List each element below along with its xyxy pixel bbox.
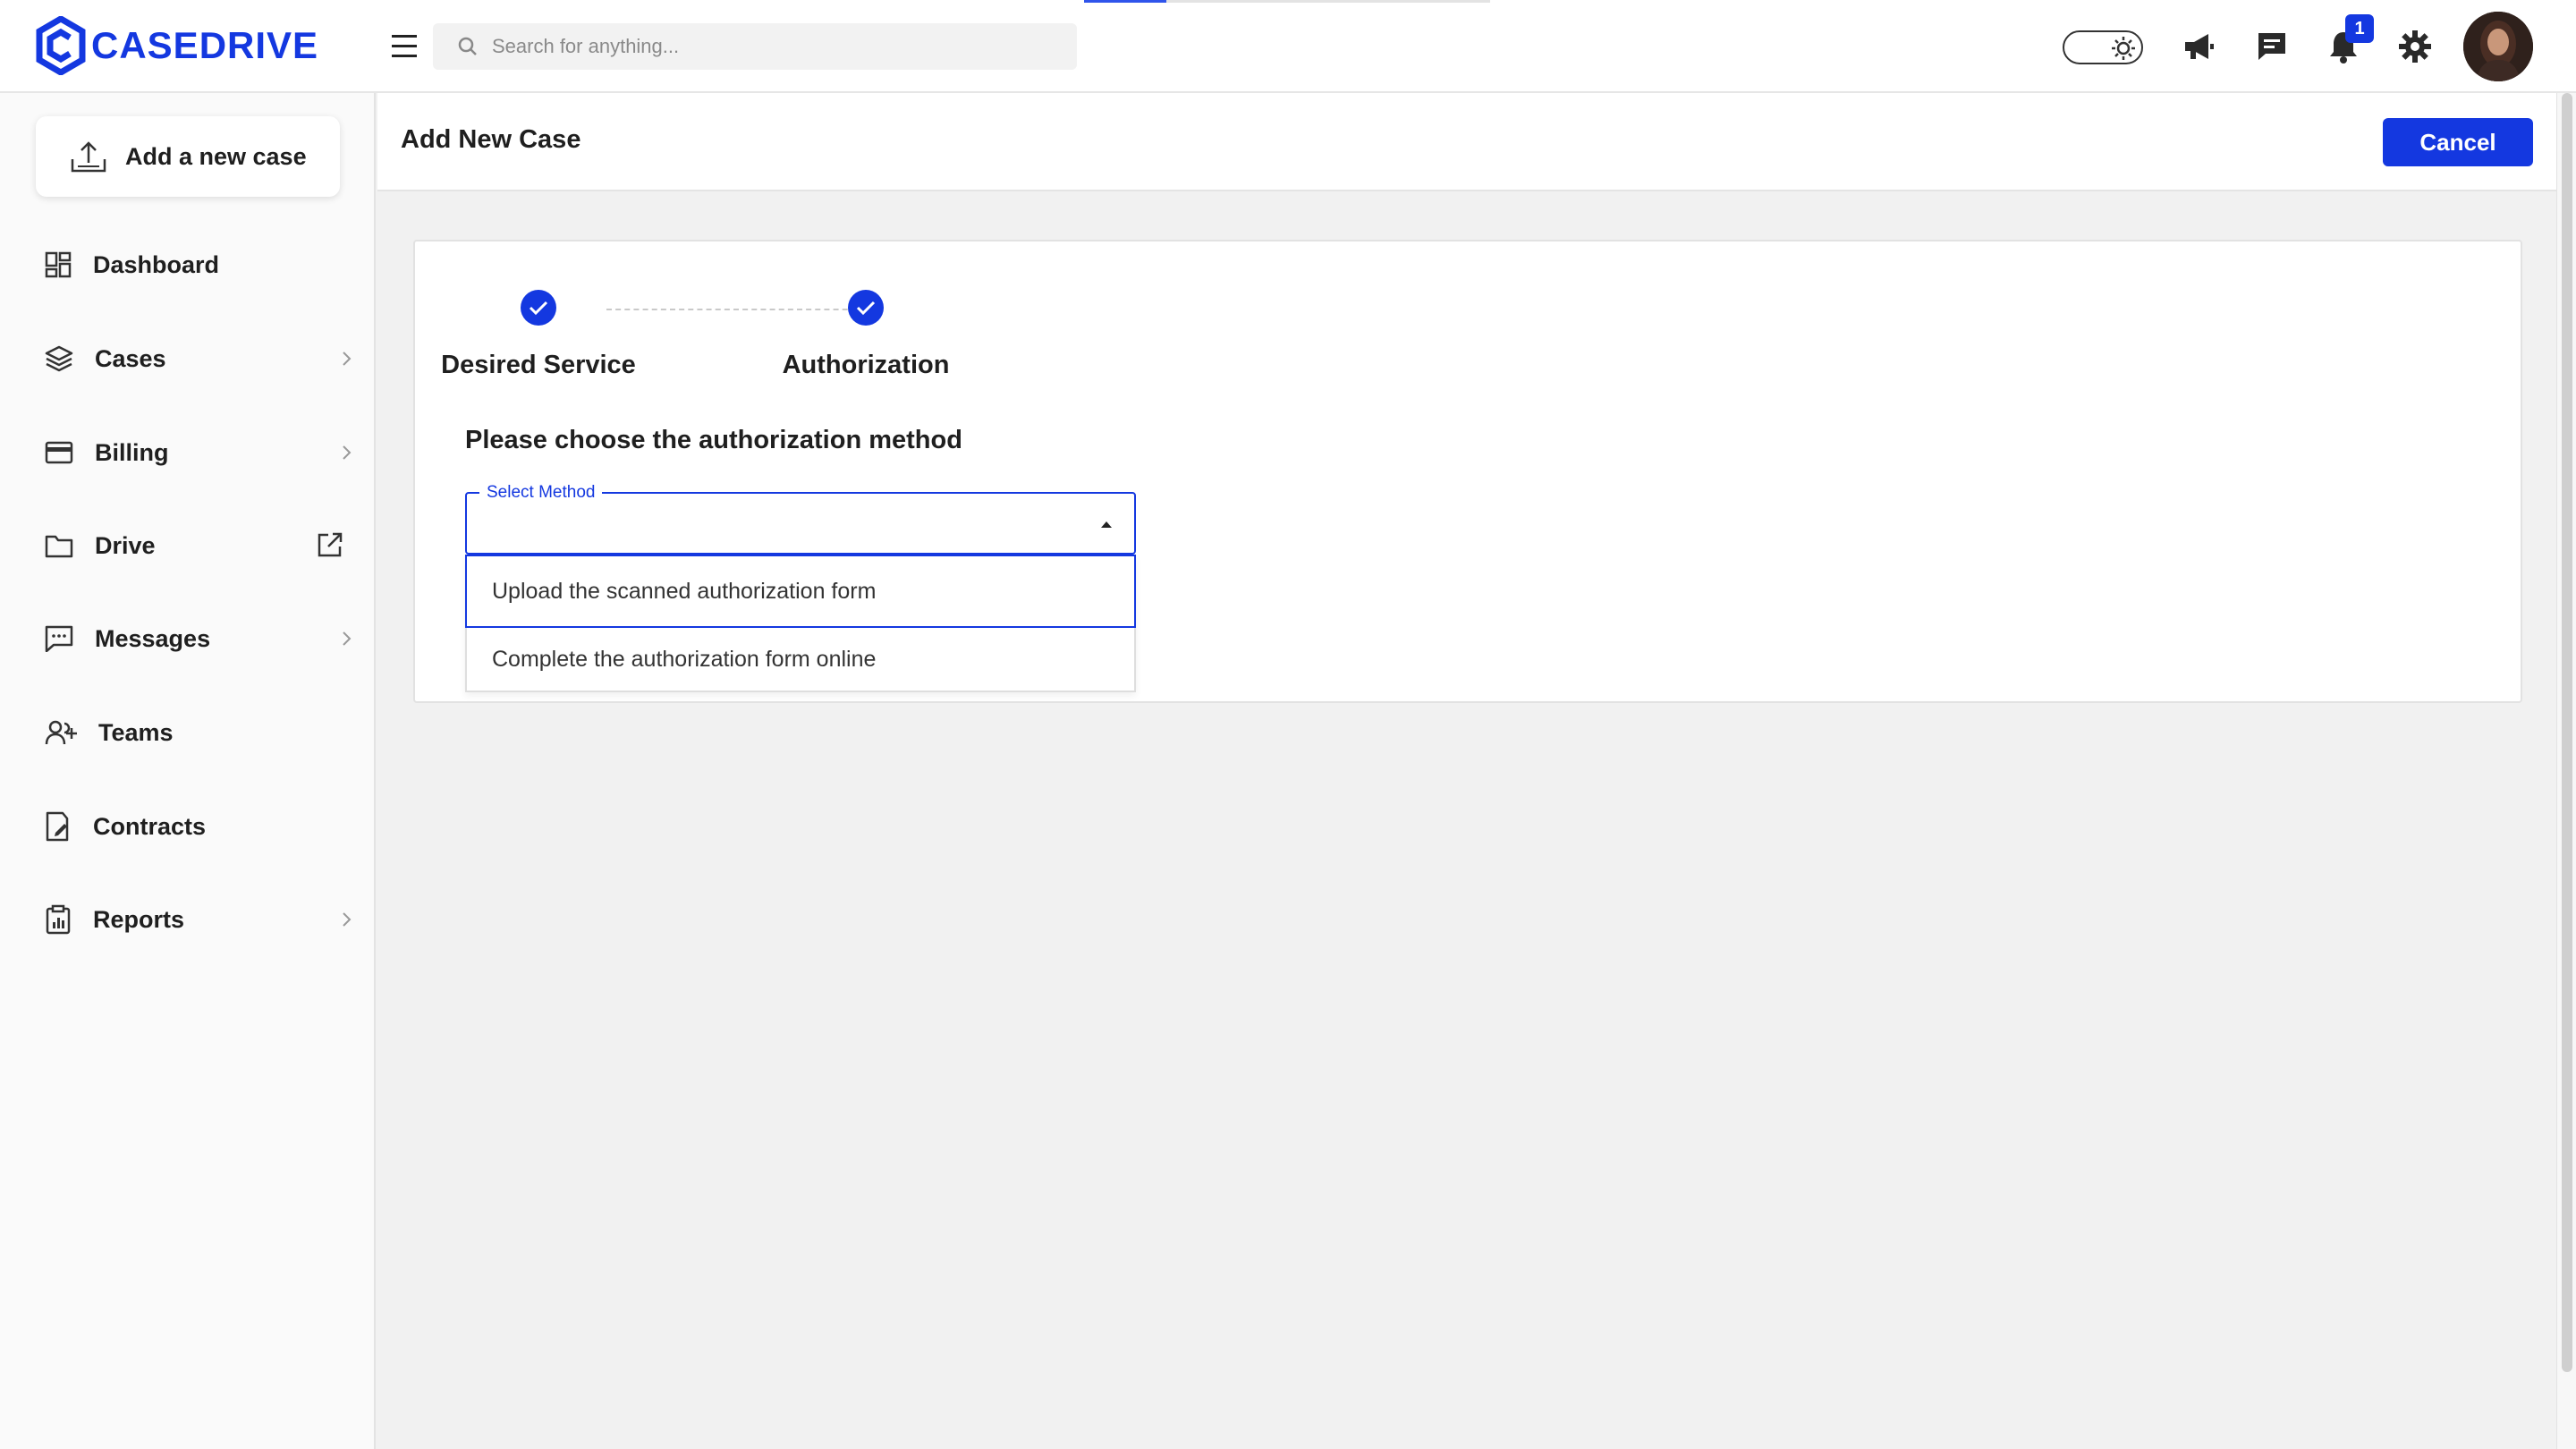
card-icon xyxy=(45,441,73,464)
step-label: Desired Service xyxy=(441,351,636,379)
step-label: Authorization xyxy=(782,351,950,379)
chevron-right-icon xyxy=(343,912,352,927)
sidebar-item-label: Teams xyxy=(98,718,174,746)
sidebar-item-billing[interactable]: Billing xyxy=(0,417,376,488)
sidebar-item-label: Drive xyxy=(95,531,156,559)
message-icon xyxy=(45,625,73,652)
caret-up-icon xyxy=(1101,521,1112,528)
sidebar: Add a new case Dashboard Cases Billing D… xyxy=(0,93,376,1449)
logo-text: CASEDRIVE xyxy=(91,24,319,66)
megaphone-icon[interactable] xyxy=(2179,27,2218,66)
sidebar-item-cases[interactable]: Cases xyxy=(0,323,376,394)
step-authorization: Authorization xyxy=(783,290,949,380)
sidebar-item-label: Billing xyxy=(95,438,169,466)
chevron-right-icon xyxy=(343,631,352,646)
top-bar: CASEDRIVE Search for anything... 1 xyxy=(0,0,2576,93)
chat-icon[interactable] xyxy=(2252,27,2292,66)
sidebar-item-label: Contracts xyxy=(93,812,207,840)
menu-icon[interactable] xyxy=(386,32,422,61)
sidebar-item-label: Dashboard xyxy=(93,250,220,278)
check-icon xyxy=(848,290,884,326)
dashboard-icon xyxy=(45,251,72,278)
method-dropdown: Upload the scanned authorization form Co… xyxy=(465,555,1136,692)
sidebar-item-reports[interactable]: Reports xyxy=(0,884,376,955)
check-icon xyxy=(521,290,556,326)
theme-toggle[interactable] xyxy=(2063,30,2143,64)
search-bar[interactable] xyxy=(433,23,1077,70)
sidebar-item-teams[interactable]: Teams xyxy=(0,697,376,768)
sidebar-item-drive[interactable]: Drive xyxy=(0,510,376,581)
folder-icon xyxy=(45,535,73,558)
sidebar-item-label: Reports xyxy=(93,905,185,933)
chevron-right-icon xyxy=(343,352,352,366)
authorization-question: Please choose the authorization method xyxy=(465,426,962,454)
chevron-right-icon xyxy=(343,445,352,460)
app-logo[interactable]: CASEDRIVE xyxy=(36,14,318,77)
select-legend: Select Method xyxy=(479,483,603,503)
external-link-icon xyxy=(318,532,343,557)
logo-hexagon-icon xyxy=(36,16,86,75)
option-complete-online[interactable]: Complete the authorization form online xyxy=(467,628,1134,691)
team-icon xyxy=(45,720,77,745)
sun-icon xyxy=(2112,37,2135,60)
clipboard-icon xyxy=(46,904,71,935)
sidebar-item-label: Messages xyxy=(95,624,211,652)
page-header: Add New Case Cancel xyxy=(377,93,2556,191)
sidebar-item-label: Cases xyxy=(95,344,166,372)
scrollbar[interactable] xyxy=(2556,93,2576,1449)
loading-bar xyxy=(1084,0,1490,3)
add-new-case-button[interactable]: Add a new case xyxy=(36,116,340,197)
scrollbar-thumb[interactable] xyxy=(2562,93,2572,1372)
option-upload-scanned-form[interactable]: Upload the scanned authorization form xyxy=(465,555,1136,628)
sidebar-item-dashboard[interactable]: Dashboard xyxy=(0,229,376,301)
layers-icon xyxy=(45,345,73,372)
avatar[interactable] xyxy=(2463,12,2533,81)
add-new-case-label: Add a new case xyxy=(125,142,307,170)
wizard-card: Desired Service Authorization Please cho… xyxy=(413,240,2522,703)
upload-icon xyxy=(71,141,106,173)
method-select-field[interactable]: Select Method xyxy=(465,483,1136,555)
page-title: Add New Case xyxy=(401,125,581,154)
sidebar-item-contracts[interactable]: Contracts xyxy=(0,791,376,862)
method-select: Select Method Upload the scanned authori… xyxy=(465,483,1136,692)
user-portrait-icon xyxy=(2463,12,2533,81)
notification-badge: 1 xyxy=(2345,14,2374,43)
cancel-button[interactable]: Cancel xyxy=(2383,118,2533,166)
step-desired-service: Desired Service xyxy=(441,290,636,380)
contract-icon xyxy=(46,811,69,842)
search-icon xyxy=(458,37,477,55)
gear-icon[interactable] xyxy=(2395,27,2435,66)
search-input[interactable] xyxy=(492,35,1064,58)
sidebar-item-messages[interactable]: Messages xyxy=(0,603,376,674)
